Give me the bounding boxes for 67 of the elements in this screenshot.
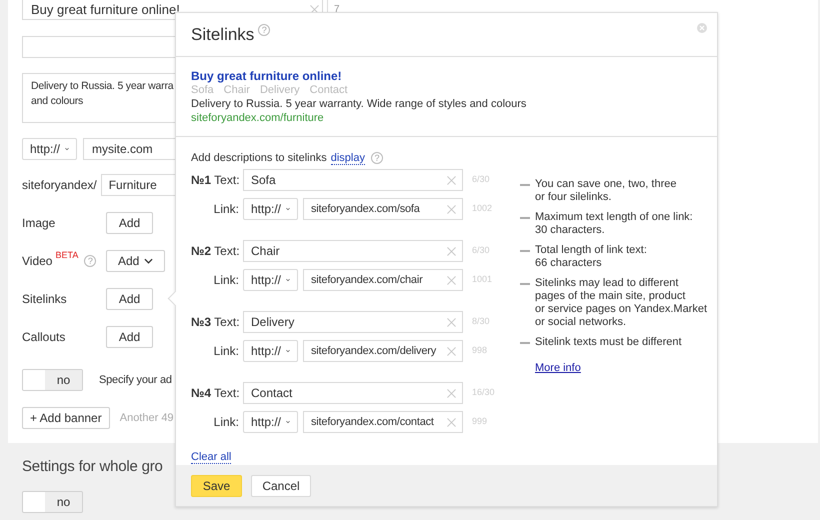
- sitelink-preview: Chair: [224, 83, 250, 97]
- dash-icon: [520, 283, 530, 285]
- beta-label: BETA: [55, 249, 78, 262]
- chevron-icon: [144, 258, 154, 264]
- add-banner-button[interactable]: + Add banner: [22, 407, 110, 429]
- add-button[interactable]: Add: [106, 288, 153, 310]
- note-text: Sitelink texts must be different: [535, 336, 682, 349]
- display-link[interactable]: display: [330, 152, 365, 164]
- field-label: Link:: [212, 343, 240, 360]
- url-field[interactable]: siteforyandex.com/chair: [303, 269, 463, 291]
- toggle-caption: Specify your ad: [99, 372, 172, 388]
- clear-icon[interactable]: [447, 347, 456, 356]
- dialog-title: Sitelinks: [191, 24, 254, 46]
- text-field[interactable]: Sofa: [243, 169, 463, 191]
- dash-icon: [520, 217, 530, 219]
- ad-url: siteforyandex.com/furniture: [191, 111, 325, 125]
- text-field[interactable]: Contact: [243, 382, 463, 404]
- row-label: Video: [22, 253, 52, 270]
- more-info-link[interactable]: More info: [535, 362, 581, 375]
- url-field[interactable]: siteforyandex.com/delivery: [303, 340, 463, 362]
- note-text: Sitelinks may lead to different pages of the main site, product or service pages on Yandex.Market or social networks.: [535, 277, 708, 329]
- row-label: Sitelinks: [22, 291, 67, 308]
- sitelink-preview: Sofa: [191, 83, 214, 97]
- field-label: №3 Text:: [191, 314, 241, 331]
- clear-icon[interactable]: [447, 418, 456, 427]
- field-label: Link:: [212, 201, 240, 218]
- field-label: №4 Text:: [191, 385, 241, 402]
- clear-icon[interactable]: [447, 318, 456, 327]
- field-label: №2 Text:: [191, 243, 241, 260]
- sitelink-preview: Delivery: [260, 83, 300, 97]
- dash-icon: [520, 342, 530, 344]
- dash-icon: [520, 184, 530, 186]
- field-label: Link:: [212, 272, 240, 289]
- save-button[interactable]: Save: [191, 474, 242, 496]
- add-button[interactable]: Add: [106, 212, 153, 234]
- path-prefix-label: siteforyandex/: [22, 177, 97, 194]
- add-button[interactable]: Add: [106, 250, 166, 272]
- field-label: Link:: [212, 414, 240, 431]
- url-field[interactable]: siteforyandex.com/contact: [303, 411, 463, 433]
- toggle-switch[interactable]: no: [22, 490, 83, 512]
- clear-all-link[interactable]: Clear all: [191, 451, 232, 464]
- cancel-button[interactable]: Cancel: [251, 474, 311, 496]
- note-text: Maximum text length of one link: 30 characters.: [535, 211, 693, 237]
- toggle-switch[interactable]: no: [22, 369, 83, 391]
- clear-icon[interactable]: [447, 247, 456, 256]
- note-text: You can save one, two, three or four silelinks.: [535, 178, 676, 204]
- protocol-select[interactable]: http://: [243, 198, 298, 220]
- clear-icon[interactable]: [447, 205, 456, 214]
- section-title: Settings for whole gro: [22, 457, 163, 477]
- protocol-select[interactable]: http://: [243, 269, 298, 291]
- char-counter: 7: [334, 5, 340, 15]
- protocol-select[interactable]: http://: [243, 411, 298, 433]
- protocol-select[interactable]: http://: [243, 340, 298, 362]
- clear-icon[interactable]: [447, 389, 456, 398]
- row-label: Image: [22, 215, 56, 232]
- row-label: Callouts: [22, 329, 66, 346]
- dash-icon: [520, 250, 530, 252]
- url-field[interactable]: siteforyandex.com/sofa: [303, 198, 463, 220]
- protocol-select[interactable]: http://: [22, 138, 77, 160]
- clear-icon[interactable]: [447, 176, 456, 185]
- note-text: Total length of link text: 66 characters: [535, 244, 647, 270]
- clear-icon[interactable]: [447, 276, 456, 285]
- banner-note: Another 49: [120, 410, 174, 426]
- text-field[interactable]: Delivery: [243, 311, 463, 333]
- close-icon[interactable]: [697, 23, 707, 33]
- add-button[interactable]: Add: [106, 326, 153, 348]
- text-field[interactable]: Chair: [243, 240, 463, 262]
